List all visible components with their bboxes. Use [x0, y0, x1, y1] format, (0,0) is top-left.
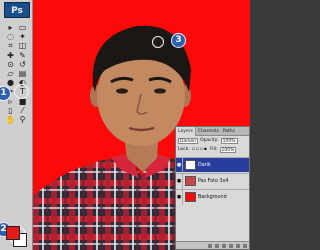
zoom-tool-icon[interactable]: ⚲: [17, 114, 28, 125]
opacity-input[interactable]: 100%: [220, 137, 238, 144]
layer-thumbnail: [185, 176, 196, 186]
blend-row: Darken Opacity: 100%: [176, 136, 249, 145]
fill-label: Fill:: [209, 147, 218, 152]
highlight-ring-canvas: [152, 36, 164, 48]
layers-panel: Layers Channels Paths Darken Opacity: 10…: [175, 126, 250, 250]
layer-name: Pas Foto 3x4: [198, 178, 229, 184]
link-layers-icon[interactable]: [208, 243, 212, 248]
toolbox-panel: Ps ▸▭◌✦⌗◫✚✎⊙↺▱▤●◐✒T▹■▯⁄✋⚲: [0, 0, 33, 250]
layer-name: Background: [198, 194, 227, 200]
panel-tabs: Layers Channels Paths: [176, 127, 249, 136]
fill-input[interactable]: 100%: [219, 146, 237, 153]
layer-row-pas-foto[interactable]: ● Pas Foto 3x4: [176, 173, 249, 189]
tab-paths[interactable]: Paths: [221, 127, 237, 136]
layer-thumbnail: [185, 160, 196, 170]
highlight-ring-brush: [14, 84, 29, 99]
layer-row-darik[interactable]: ● Darik: [176, 157, 249, 173]
new-layer-icon[interactable]: [236, 243, 240, 248]
foreground-color-swatch[interactable]: [6, 226, 20, 240]
tab-channels[interactable]: Channels: [196, 127, 221, 136]
step-marker-3: 3: [171, 33, 186, 48]
add-mask-icon[interactable]: [222, 243, 226, 248]
lock-icons[interactable]: ▫▫▫▪: [192, 147, 208, 152]
visibility-eye-icon[interactable]: ●: [176, 189, 183, 205]
delete-layer-icon[interactable]: [243, 243, 247, 248]
hand-tool-icon[interactable]: ✋: [5, 114, 16, 125]
blend-mode-select[interactable]: Darken: [178, 137, 199, 144]
layers-toolbar: [176, 241, 249, 249]
opacity-label: Opacity:: [200, 138, 219, 143]
layer-name: Darik: [198, 162, 211, 168]
visibility-eye-icon[interactable]: ●: [176, 173, 183, 189]
lock-label: Lock:: [178, 147, 190, 152]
add-style-icon[interactable]: [215, 243, 219, 248]
new-group-icon[interactable]: [229, 243, 233, 248]
tab-layers[interactable]: Layers: [176, 127, 196, 136]
photoshop-logo: Ps: [4, 2, 30, 18]
visibility-eye-icon[interactable]: ●: [176, 157, 183, 173]
lock-row: Lock: ▫▫▫▪ Fill: 100%: [176, 145, 249, 154]
layer-row-background[interactable]: ● Background: [176, 189, 249, 205]
layer-thumbnail: [185, 192, 196, 202]
